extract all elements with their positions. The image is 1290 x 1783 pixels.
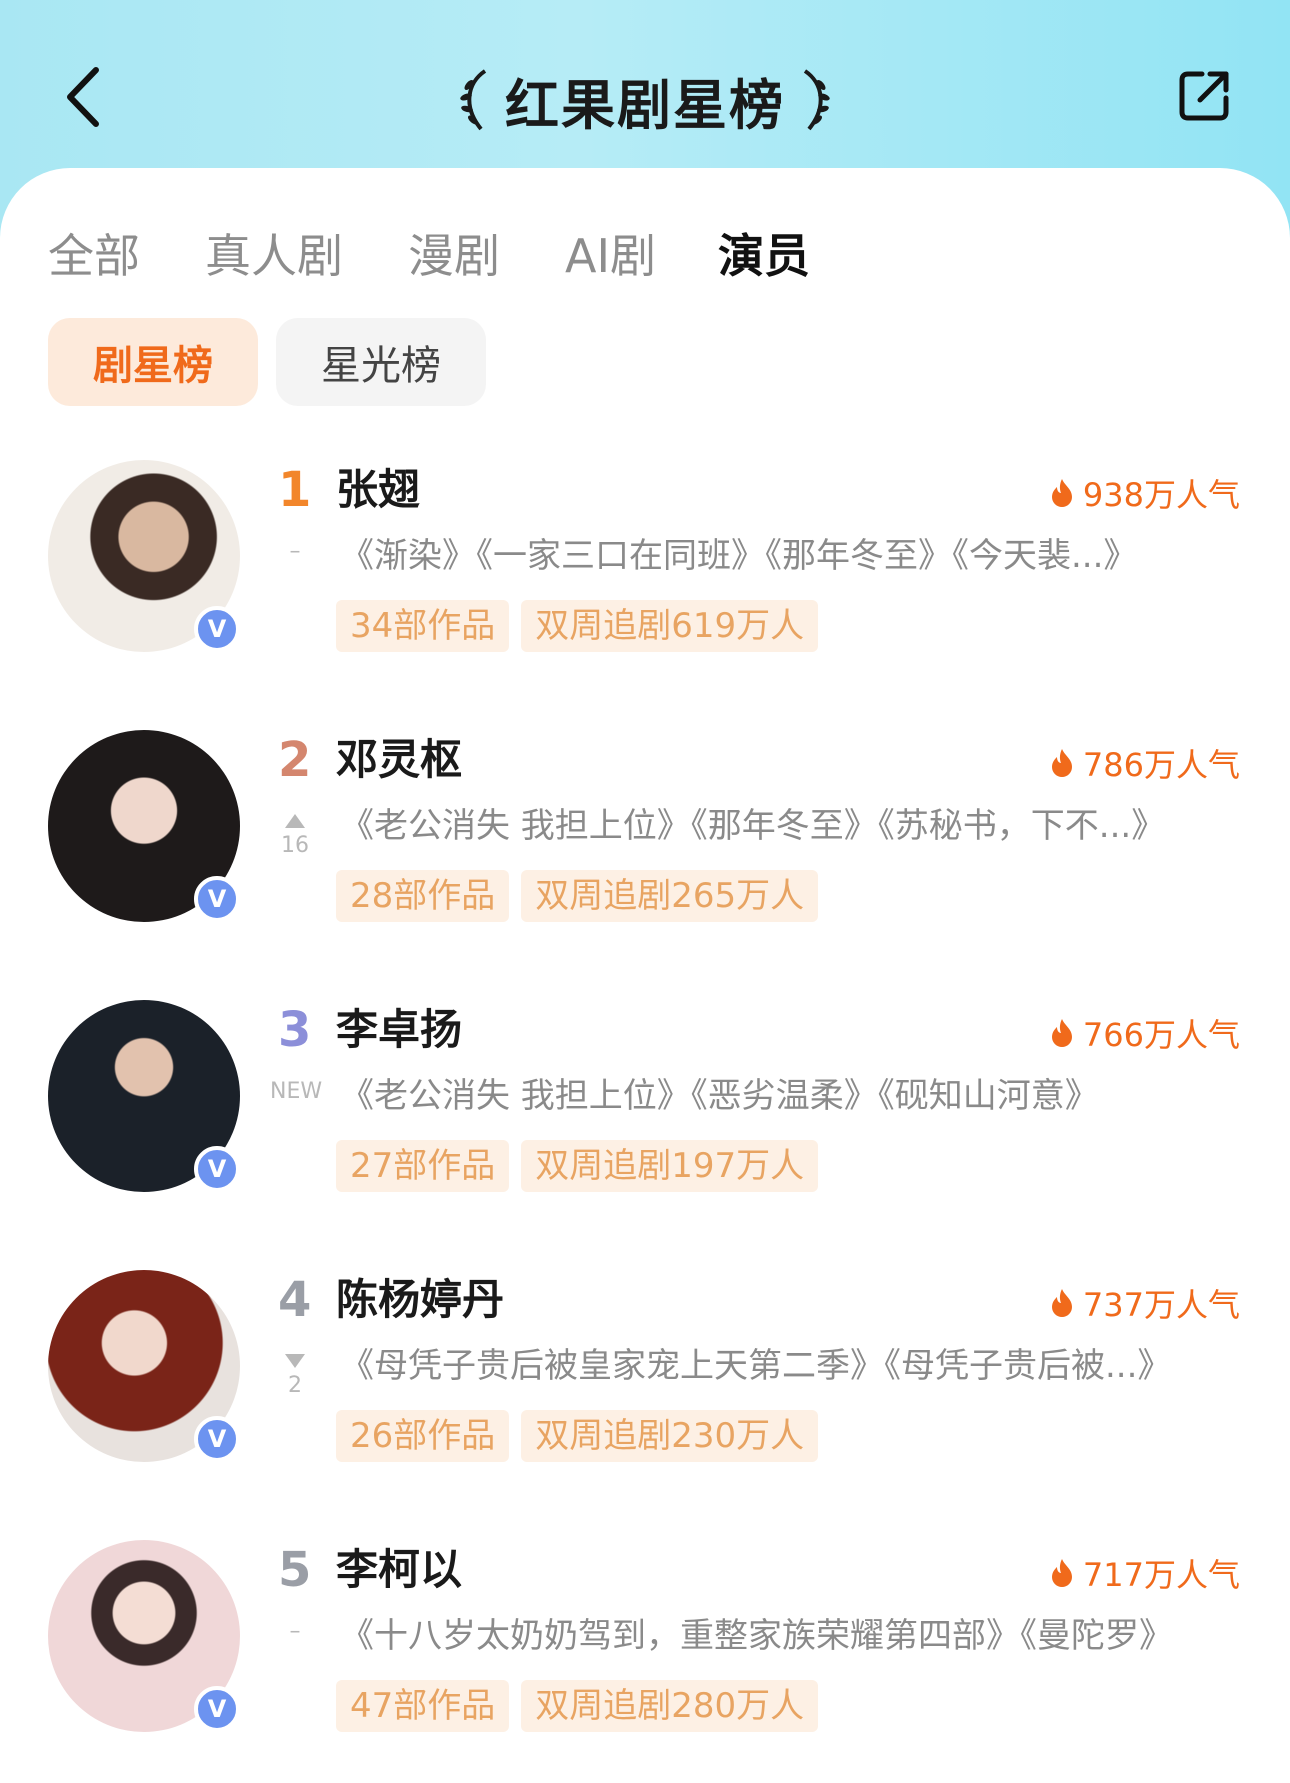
verified-badge: V (194, 1686, 240, 1732)
popularity: 766万人气 (1051, 1010, 1240, 1056)
tag-followers: 双周追剧230万人 (521, 1410, 819, 1462)
tag-works-count: 34部作品 (336, 600, 510, 652)
tag-group: 27部作品 双周追剧197万人 (336, 1140, 819, 1192)
rank-number: 5 (278, 1542, 312, 1598)
works-list: 《老公消失 我担上位》《那年冬至》《苏秘书，下不...》 (340, 806, 1166, 846)
tag-works-count: 47部作品 (336, 1680, 510, 1732)
rank-number: 1 (278, 462, 312, 518)
tag-works-count: 26部作品 (336, 1410, 510, 1462)
popularity-value: 766万人气 (1082, 1016, 1240, 1054)
tag-group: 47部作品 双周追剧280万人 (336, 1680, 819, 1732)
popularity: 786万人气 (1051, 740, 1240, 786)
works-list: 《老公消失 我担上位》《恶劣温柔》《砚知山河意》 (340, 1076, 1099, 1116)
tag-group: 34部作品 双周追剧619万人 (336, 600, 819, 652)
tab-all[interactable]: 全部 (48, 220, 140, 286)
verified-badge: V (194, 1416, 240, 1462)
works-list: 《渐染》《一家三口在同班》《那年冬至》《今天裴...》 (340, 536, 1138, 576)
laurel-right-icon (803, 69, 830, 131)
share-icon (1179, 71, 1229, 121)
flame-icon (1051, 1559, 1072, 1587)
share-button[interactable] (1176, 68, 1232, 124)
flame-icon (1051, 1019, 1072, 1047)
rank-number: 2 (278, 732, 312, 788)
popularity-value: 737万人气 (1082, 1286, 1240, 1324)
subtab-starlight[interactable]: 星光榜 (276, 318, 486, 406)
verified-badge: V (194, 606, 240, 652)
works-list: 《十八岁太奶奶驾到，重整家族荣耀第四部》《曼陀罗》 (340, 1616, 1173, 1656)
actor-name: 李柯以 (336, 1545, 463, 1594)
tab-ai[interactable]: AI剧 (565, 220, 656, 286)
subtab-drama-star[interactable]: 剧星榜 (48, 318, 258, 406)
works-list: 《母凭子贵后被皇家宠上天第二季》《母凭子贵后被...》 (340, 1346, 1172, 1386)
flame-icon (1051, 479, 1072, 507)
tag-works-count: 27部作品 (336, 1140, 510, 1192)
tab-actors[interactable]: 演员 (718, 220, 810, 286)
rank-change: – (289, 1619, 301, 1644)
actor-name: 张翅 (336, 465, 421, 514)
rank-change: – (289, 539, 301, 564)
tag-group: 28部作品 双周追剧265万人 (336, 870, 819, 922)
popularity: 737万人气 (1051, 1280, 1240, 1326)
tag-group: 26部作品 双周追剧230万人 (336, 1410, 819, 1462)
popularity: 717万人气 (1051, 1550, 1240, 1596)
rank-number: 4 (278, 1272, 312, 1328)
title-group: 红果剧星榜 (0, 60, 1290, 140)
tag-followers: 双周追剧280万人 (521, 1680, 819, 1732)
category-tabs: 全部 真人剧 漫剧 AI剧 演员 (0, 220, 1290, 290)
tab-comic[interactable]: 漫剧 (408, 220, 500, 286)
actor-name: 李卓扬 (336, 1005, 463, 1054)
page-title: 红果剧星榜 (505, 73, 785, 137)
tag-followers: 双周追剧619万人 (521, 600, 819, 652)
actor-name: 陈杨婷丹 (336, 1275, 505, 1324)
rank-change: 16 (270, 810, 320, 858)
tag-works-count: 28部作品 (336, 870, 510, 922)
rank-down-icon (285, 1354, 305, 1368)
tag-followers: 双周追剧197万人 (521, 1140, 819, 1192)
verified-badge: V (194, 876, 240, 922)
flame-icon (1051, 749, 1072, 777)
popularity-value: 938万人气 (1082, 476, 1240, 514)
verified-badge: V (194, 1146, 240, 1192)
list-item[interactable]: V 2 16 邓灵枢 786万人气 《老公消失 我担上位》《那年冬至》《苏秘书，… (0, 730, 1290, 970)
list-item[interactable]: V 1 – 张翅 938万人气 《渐染》《一家三口在同班》《那年冬至》《今天裴.… (0, 460, 1290, 700)
actor-name: 邓灵枢 (336, 735, 463, 784)
popularity-value: 786万人气 (1082, 746, 1240, 784)
rank-change-value: 2 (288, 1373, 302, 1398)
list-item[interactable]: V 3 NEW 李卓扬 766万人气 《老公消失 我担上位》《恶劣温柔》《砚知山… (0, 1000, 1290, 1240)
list-item[interactable]: V 4 2 陈杨婷丹 737万人气 《母凭子贵后被皇家宠上天第二季》《母凭子贵后… (0, 1270, 1290, 1510)
laurel-left-icon (460, 69, 487, 131)
popularity-value: 717万人气 (1082, 1556, 1240, 1594)
rank-change: NEW (270, 1079, 323, 1104)
rank-number: 3 (278, 1002, 312, 1058)
tag-followers: 双周追剧265万人 (521, 870, 819, 922)
flame-icon (1051, 1289, 1072, 1317)
rank-up-icon (285, 814, 305, 828)
rank-change: 2 (270, 1350, 320, 1398)
popularity: 938万人气 (1051, 470, 1240, 516)
rank-change-value: 16 (281, 833, 309, 858)
list-item[interactable]: V 5 – 李柯以 717万人气 《十八岁太奶奶驾到，重整家族荣耀第四部》《曼陀… (0, 1540, 1290, 1780)
tab-live-action[interactable]: 真人剧 (205, 220, 343, 286)
